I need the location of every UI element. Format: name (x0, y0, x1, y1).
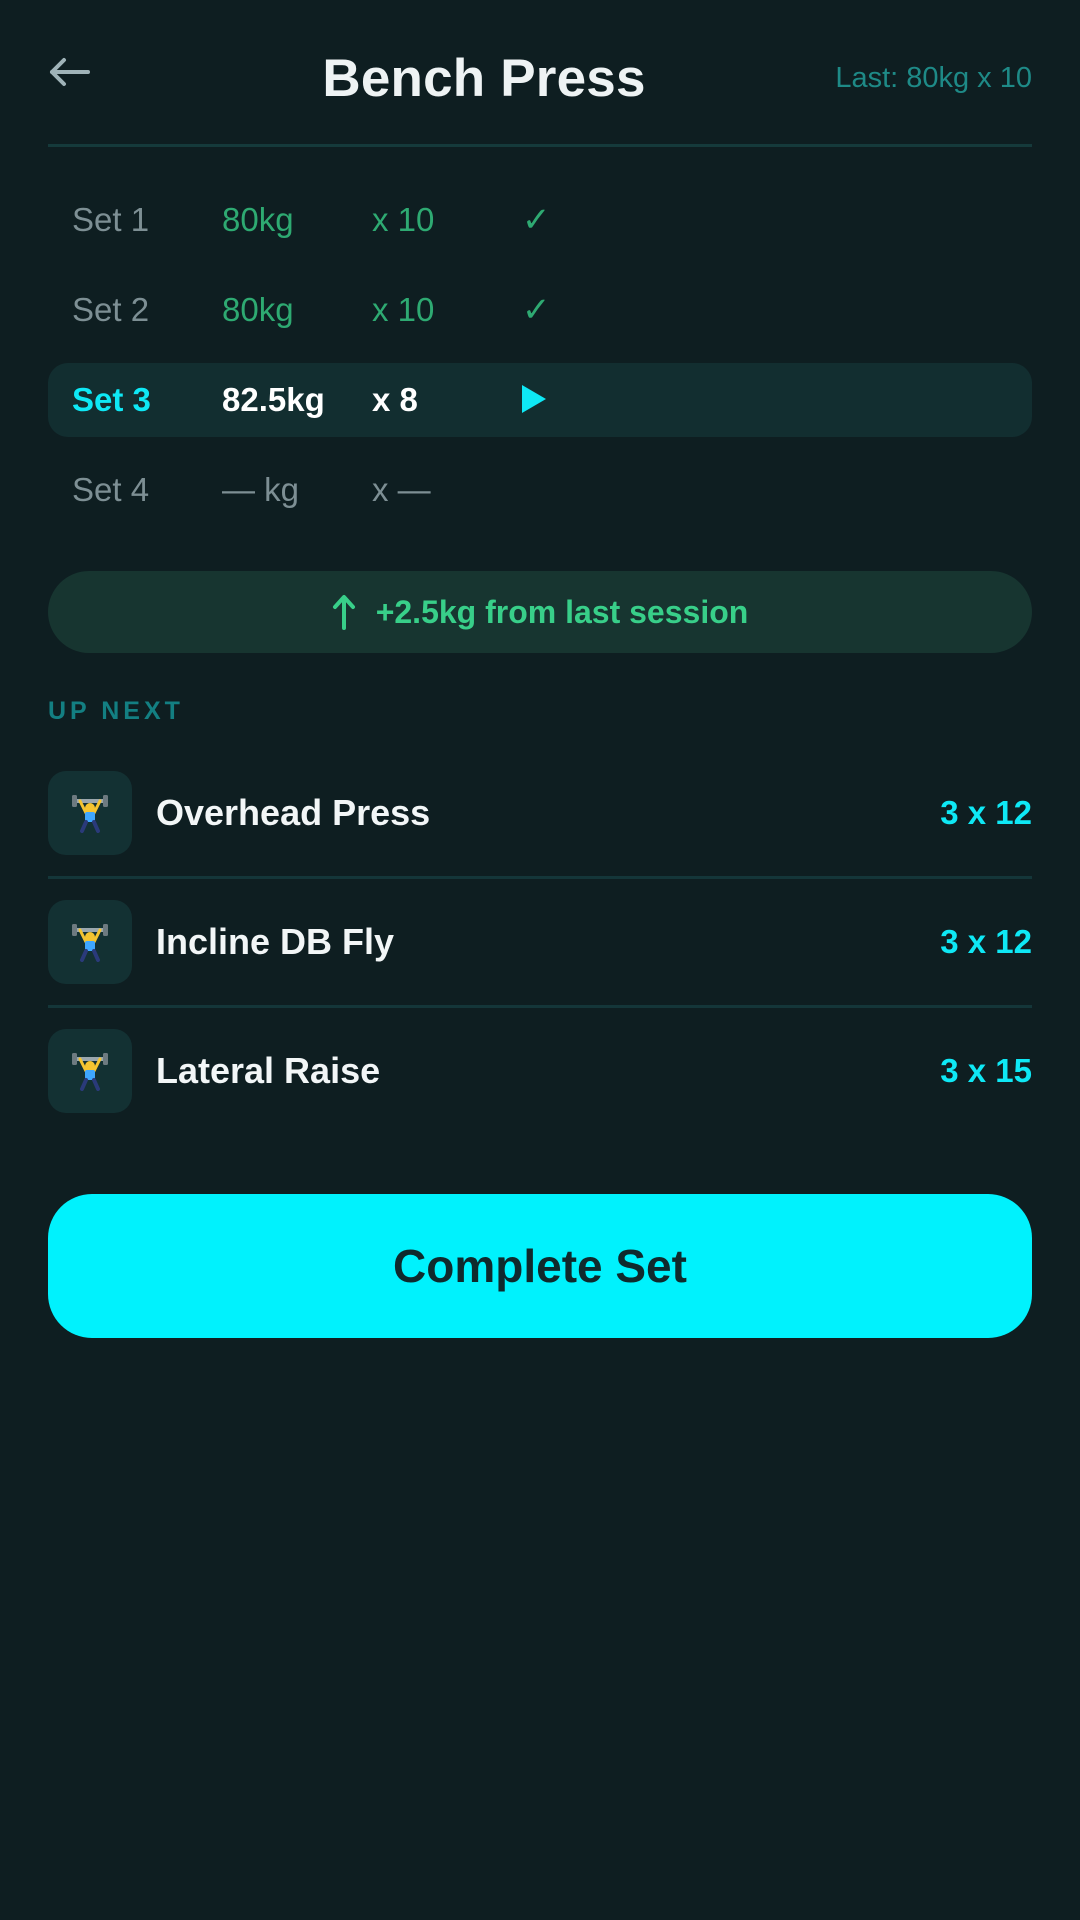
section-heading-up-next: UP NEXT (48, 697, 184, 725)
weightlifter-icon (48, 771, 132, 855)
set-label: Set 2 (72, 291, 150, 328)
header: Bench Press Last: 80kg x 10 (48, 0, 1032, 147)
weightlifter-icon (48, 1029, 132, 1113)
set-weight: — kg (222, 471, 300, 508)
set-reps: x — (372, 471, 431, 508)
list-item[interactable]: Overhead Press 3 x 12 (48, 750, 1032, 879)
progress-text: +2.5kg from last session (375, 593, 749, 630)
complete-set-button[interactable]: Complete Set (48, 1194, 1032, 1338)
sets-list: Set 1 80kg x 10 ✓ Set 2 80kg x 10 ✓ Set … (48, 183, 1032, 527)
exercise-name: Overhead Press (156, 792, 431, 833)
exercise-sets: 3 x 12 (940, 794, 1032, 831)
progress-badge: +2.5kg from last session (48, 571, 1032, 653)
arrow-up-icon (332, 594, 356, 630)
set-row[interactable]: Set 1 80kg x 10 ✓ (48, 183, 1032, 257)
up-next-list: Overhead Press 3 x 12 Incline DB Fly 3 x… (48, 750, 1032, 1134)
check-icon: ✓ (522, 291, 551, 329)
workout-screen: Bench Press Last: 80kg x 10 Set 1 80kg x… (0, 0, 1080, 1920)
set-label: Set 4 (72, 471, 150, 508)
exercise-sets: 3 x 12 (940, 923, 1032, 960)
set-reps: x 8 (372, 381, 418, 418)
set-weight: 80kg (222, 291, 294, 328)
exercise-sets: 3 x 15 (940, 1052, 1032, 1089)
set-reps: x 10 (372, 201, 435, 238)
set-label: Set 3 (72, 381, 151, 418)
check-icon: ✓ (522, 201, 551, 239)
exercise-name: Incline DB Fly (156, 921, 395, 962)
exercise-name: Lateral Raise (156, 1050, 381, 1091)
set-weight: 82.5kg (222, 381, 325, 418)
list-item[interactable]: Incline DB Fly 3 x 12 (48, 879, 1032, 1008)
set-reps: x 10 (372, 291, 435, 328)
set-row[interactable]: Set 4 — kg x — (48, 453, 1032, 527)
play-icon (522, 379, 546, 421)
set-label: Set 1 (72, 201, 150, 238)
last-session-info: Last: 80kg x 10 (835, 62, 1032, 94)
set-weight: 80kg (222, 201, 294, 238)
set-row[interactable]: Set 2 80kg x 10 ✓ (48, 273, 1032, 347)
set-row-active[interactable]: Set 3 82.5kg x 8 (48, 363, 1032, 437)
weightlifter-icon (48, 900, 132, 984)
list-item[interactable]: Lateral Raise 3 x 15 (48, 1008, 1032, 1134)
